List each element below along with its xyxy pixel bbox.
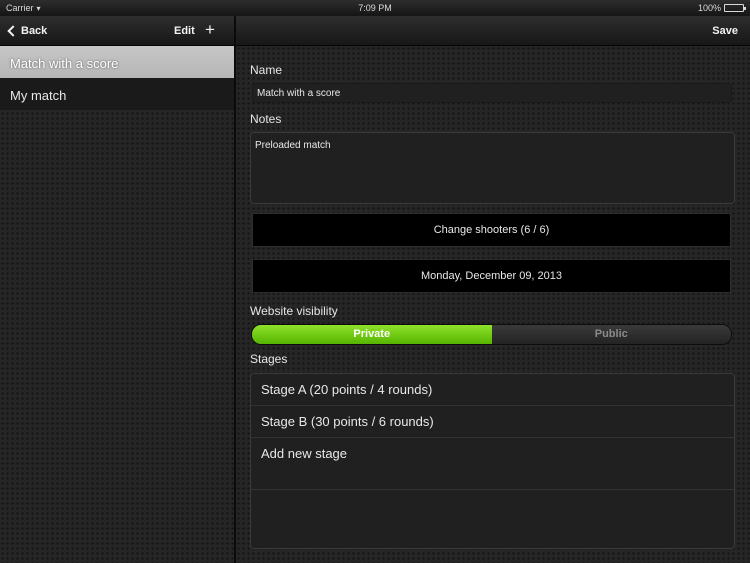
right-navbar: Save [236, 16, 750, 46]
battery-icon [724, 4, 746, 12]
visibility-public-segment[interactable]: Public [491, 325, 731, 344]
save-button[interactable]: Save [712, 25, 738, 37]
name-label: Name [250, 63, 283, 77]
date-button[interactable]: Monday, December 09, 2013 [252, 259, 731, 293]
match-list-pane: Back Edit + Match with a score My match [0, 16, 234, 563]
match-item-match-with-a-score[interactable]: Match with a score [0, 46, 234, 78]
visibility-segmented-control: Private Public [251, 324, 732, 345]
chevron-left-icon [7, 25, 19, 37]
match-detail-pane: Save Name Match with a score Notes Prelo… [236, 16, 750, 563]
notes-field[interactable]: Preloaded match [250, 132, 735, 204]
status-time: 7:09 PM [358, 3, 392, 13]
visibility-label: Website visibility [250, 304, 338, 318]
change-shooters-button[interactable]: Change shooters (6 / 6) [252, 213, 731, 247]
name-field[interactable]: Match with a score [252, 83, 732, 103]
match-list: Match with a score My match [0, 46, 234, 110]
stage-row-b[interactable]: Stage B (30 points / 6 rounds) [251, 406, 734, 438]
add-match-button[interactable]: + [205, 20, 215, 40]
visibility-private-segment[interactable]: Private [252, 325, 492, 344]
battery-percent: 100% [697, 3, 721, 13]
stages-list: Stage A (20 points / 4 rounds) Stage B (… [250, 373, 735, 549]
back-button[interactable]: Back [7, 25, 47, 37]
left-navbar: Back Edit + [0, 16, 234, 46]
stage-row-a[interactable]: Stage A (20 points / 4 rounds) [251, 374, 734, 406]
status-bar: Carrier ▾ 7:09 PM 100% [0, 0, 750, 16]
edit-button[interactable]: Edit [174, 25, 195, 37]
match-item-my-match[interactable]: My match [0, 78, 234, 110]
add-stage-button[interactable]: Add new stage [251, 438, 734, 490]
stages-label: Stages [250, 352, 288, 366]
back-label: Back [21, 25, 48, 37]
battery-indicator: 100% [697, 3, 746, 13]
notes-label: Notes [250, 112, 282, 126]
